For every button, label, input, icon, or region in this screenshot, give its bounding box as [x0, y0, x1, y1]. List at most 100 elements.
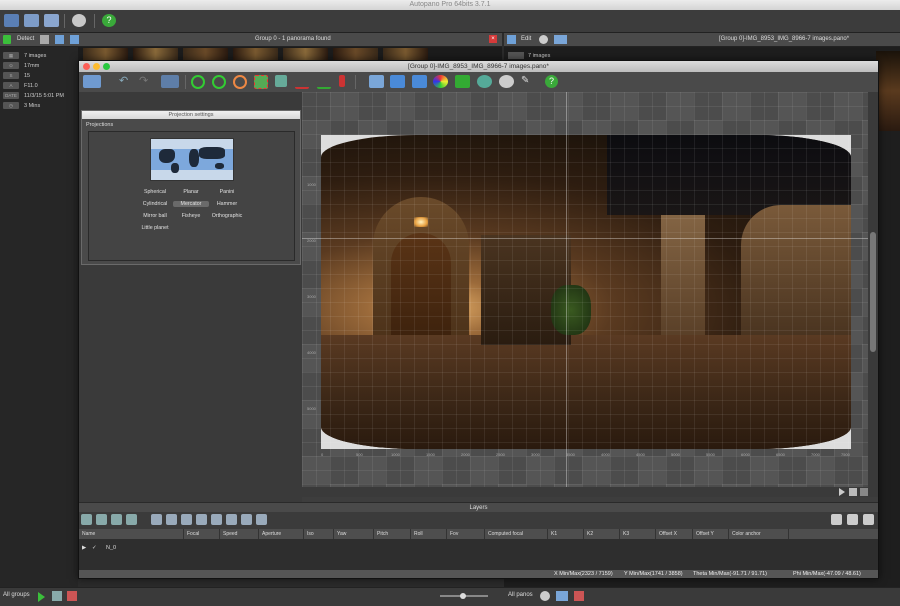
- panorama-canvas[interactable]: 0 500 1000 1500 2000 2500 3000 3500 4000…: [302, 92, 878, 497]
- layer-c-icon[interactable]: [181, 514, 192, 525]
- fit-icon[interactable]: [275, 75, 287, 87]
- open-icon[interactable]: [4, 14, 19, 27]
- pano-preview[interactable]: [876, 51, 900, 131]
- layer-del-icon[interactable]: [111, 514, 122, 525]
- expand-arrow-icon[interactable]: ▶: [82, 543, 86, 553]
- projection-hammer[interactable]: Hammer: [209, 201, 245, 207]
- projection-icon[interactable]: [161, 75, 179, 88]
- projection-mirror-ball[interactable]: Mirror ball: [137, 213, 173, 219]
- thumbnail[interactable]: [83, 48, 128, 60]
- col-pitch[interactable]: Pitch: [374, 529, 411, 539]
- panel-center-icon[interactable]: [847, 514, 858, 525]
- thumbnail[interactable]: [133, 48, 178, 60]
- straighten-icon[interactable]: [212, 75, 226, 89]
- grid-view-icon[interactable]: [849, 488, 857, 496]
- zoom-slider-thumb[interactable]: [460, 593, 466, 599]
- col-color-anchor[interactable]: Color anchor: [729, 529, 789, 539]
- layer-merge-icon[interactable]: [126, 514, 137, 525]
- close-group-icon[interactable]: ×: [489, 35, 497, 43]
- projection-spherical[interactable]: Spherical: [137, 189, 173, 195]
- render-icon[interactable]: [554, 35, 567, 44]
- settings-icon[interactable]: [499, 75, 514, 88]
- list-view-icon[interactable]: [860, 488, 868, 496]
- layer-h-icon[interactable]: [256, 514, 267, 525]
- batch-icon[interactable]: [52, 591, 62, 601]
- col-computed-focal[interactable]: Computed focal: [485, 529, 548, 539]
- projection-little-planet[interactable]: Little planet: [137, 225, 173, 231]
- remove-pano-icon[interactable]: [574, 591, 584, 601]
- vertical-scrollbar[interactable]: [868, 92, 878, 487]
- layer-a-icon[interactable]: [151, 514, 162, 525]
- thumbnail[interactable]: [383, 48, 428, 60]
- col-k1[interactable]: K1: [548, 529, 584, 539]
- col-iso[interactable]: Iso: [304, 529, 334, 539]
- window-minimize-icon[interactable]: [93, 63, 100, 70]
- color-icon[interactable]: [433, 75, 448, 88]
- layer-g-icon[interactable]: [241, 514, 252, 525]
- render-icon[interactable]: [556, 591, 568, 601]
- col-offset-x[interactable]: Offset X: [656, 529, 693, 539]
- detect-button[interactable]: Detect: [17, 33, 34, 46]
- col-fov[interactable]: Fov: [447, 529, 485, 539]
- view-mode-icon[interactable]: [83, 75, 101, 88]
- settings-gear-icon[interactable]: [72, 14, 86, 27]
- edit-button[interactable]: Edit: [521, 33, 531, 46]
- grid-icon[interactable]: [44, 14, 59, 27]
- projection-fisheye[interactable]: Fisheye: [173, 213, 209, 219]
- col-yaw[interactable]: Yaw: [334, 529, 374, 539]
- histogram-icon[interactable]: [455, 75, 470, 88]
- help-icon[interactable]: ?: [545, 75, 558, 88]
- gear-icon[interactable]: [540, 591, 550, 601]
- import-icon[interactable]: [24, 14, 39, 27]
- col-aperture[interactable]: Aperture: [259, 529, 304, 539]
- remove-icon[interactable]: [67, 591, 77, 601]
- gear-icon[interactable]: [539, 35, 548, 44]
- thumbnail[interactable]: [283, 48, 328, 60]
- add-folder-icon[interactable]: [70, 35, 79, 44]
- layers-icon[interactable]: [412, 75, 427, 88]
- layer-dup-icon[interactable]: [96, 514, 107, 525]
- control-points-icon[interactable]: [369, 75, 384, 88]
- tools-icon[interactable]: ✎: [521, 75, 536, 88]
- layer-e-icon[interactable]: [211, 514, 222, 525]
- thumbnail[interactable]: [333, 48, 378, 60]
- horizon-icon[interactable]: [295, 75, 309, 89]
- wrench-icon[interactable]: [40, 35, 49, 44]
- play-icon[interactable]: [839, 488, 845, 496]
- panel-right-icon[interactable]: [863, 514, 874, 525]
- layer-f-icon[interactable]: [226, 514, 237, 525]
- add-images-icon[interactable]: [55, 35, 64, 44]
- visible-check-icon[interactable]: ✓: [92, 543, 97, 553]
- rotate-icon[interactable]: [233, 75, 247, 89]
- projection-planar[interactable]: Planar: [173, 189, 209, 195]
- timer-icon[interactable]: [477, 75, 492, 88]
- layer-d-icon[interactable]: [196, 514, 207, 525]
- horizontal-scrollbar[interactable]: [302, 487, 878, 497]
- projection-mercator[interactable]: Mercator: [173, 201, 209, 207]
- col-name[interactable]: Name: [79, 529, 184, 539]
- play-icon[interactable]: [38, 592, 45, 602]
- col-focal[interactable]: Focal: [184, 529, 220, 539]
- col-offset-y[interactable]: Offset Y: [693, 529, 729, 539]
- level-icon[interactable]: [317, 75, 331, 89]
- col-speed[interactable]: Speed: [220, 529, 259, 539]
- crop-icon[interactable]: [254, 75, 268, 89]
- help-icon[interactable]: ?: [102, 14, 116, 27]
- thumbnail[interactable]: [233, 48, 278, 60]
- scroll-thumb[interactable]: [870, 232, 876, 352]
- thumbnail-strip[interactable]: [78, 47, 502, 61]
- layer-add-icon[interactable]: [81, 514, 92, 525]
- panel-left-icon[interactable]: [831, 514, 842, 525]
- projection-orthographic[interactable]: Orthographic: [209, 213, 245, 219]
- center-icon[interactable]: [191, 75, 205, 89]
- move-icon[interactable]: [390, 75, 405, 88]
- col-roll[interactable]: Roll: [411, 529, 447, 539]
- table-row[interactable]: ▶ ✓ N_0: [79, 543, 878, 553]
- redo-icon[interactable]: ↷: [139, 75, 154, 88]
- all-panos-label[interactable]: All panos: [508, 592, 533, 598]
- col-k3[interactable]: K3: [620, 529, 656, 539]
- window-zoom-icon[interactable]: [103, 63, 110, 70]
- thumbnail[interactable]: [183, 48, 228, 60]
- marker-icon[interactable]: [339, 75, 345, 87]
- layer-b-icon[interactable]: [166, 514, 177, 525]
